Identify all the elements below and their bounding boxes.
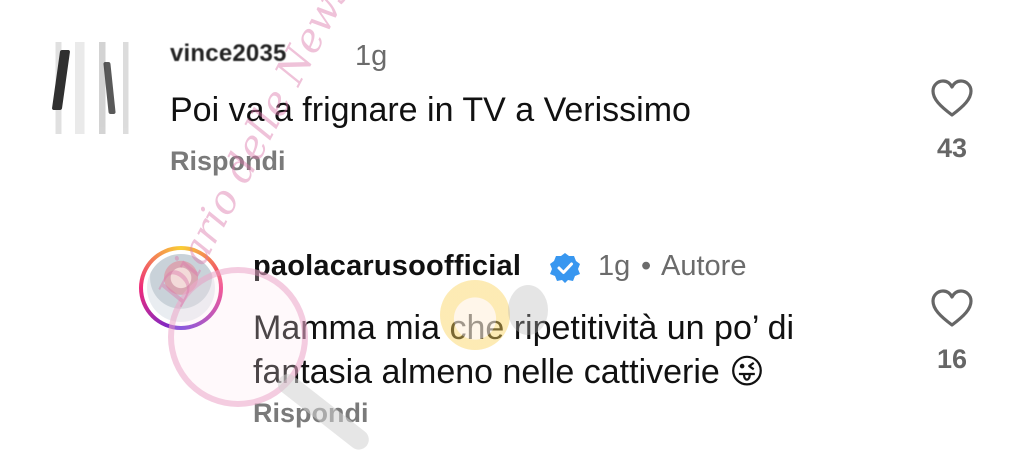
comment-row: vince2035 1g Poi va a frignare in TV a V…	[0, 0, 1024, 210]
separator-dot: •	[641, 250, 652, 282]
comment-username[interactable]: vince2035	[170, 40, 287, 68]
reply-button[interactable]: Rispondi	[253, 398, 369, 429]
comment-username[interactable]: paolacarusoofficial	[253, 250, 521, 283]
avatar[interactable]	[46, 42, 142, 134]
avatar-photo	[147, 254, 215, 322]
avatar[interactable]	[139, 246, 223, 330]
verified-badge-icon	[550, 253, 580, 283]
comment-text: Poi va a frignare in TV a Verissimo	[170, 91, 691, 129]
like-count: 16	[936, 344, 968, 374]
reply-button[interactable]: Rispondi	[170, 146, 286, 177]
heart-icon[interactable]	[930, 288, 974, 328]
comment-text: Mamma mia che ripetitività un po’ di fan…	[253, 309, 795, 391]
comment-time: 1g	[355, 40, 388, 72]
like-count: 43	[936, 133, 968, 163]
heart-icon[interactable]	[930, 78, 974, 118]
comment-time: 1g	[598, 250, 631, 282]
author-label: Autore	[661, 250, 747, 282]
